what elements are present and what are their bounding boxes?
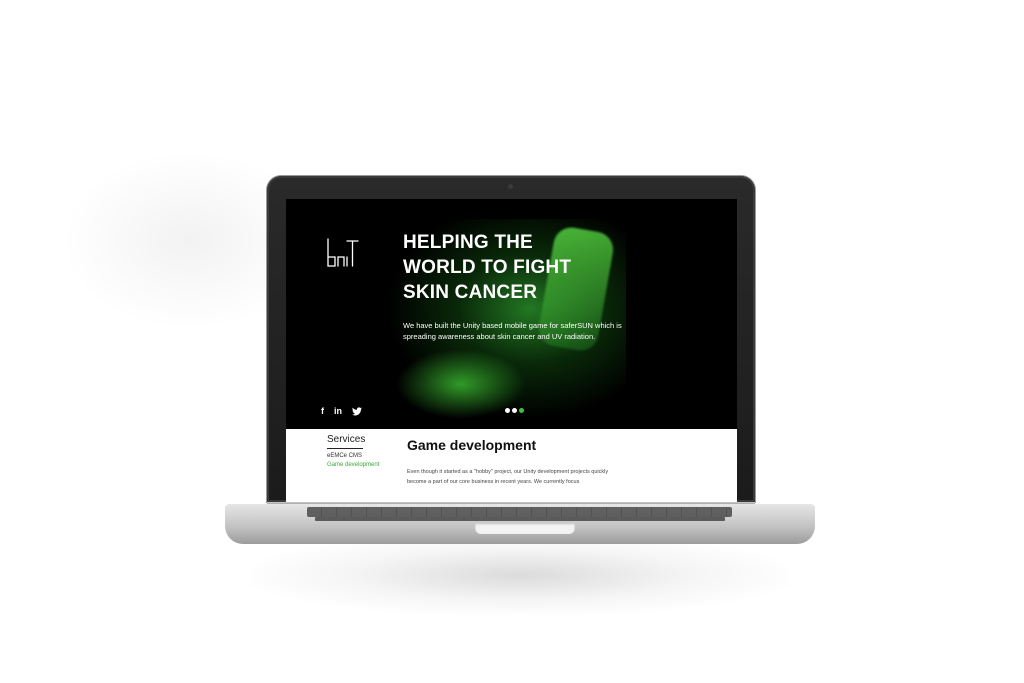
laptop-lid: HELPING THE WORLD TO FIGHT SKIN CANCER W… (267, 176, 755, 502)
hero-headline-line: HELPING THE (403, 232, 533, 253)
hero-description: We have built the Unity based mobile gam… (403, 321, 622, 341)
laptop-shadow (250, 535, 790, 615)
linkedin-icon[interactable]: in (334, 406, 342, 416)
services-divider (327, 448, 363, 449)
section-body: Even though it started as a "hobby" proj… (407, 469, 609, 485)
services-title: Services (327, 434, 366, 445)
facebook-icon[interactable]: f (321, 406, 324, 416)
slider-dot[interactable] (512, 408, 517, 413)
hero-headline-line: SKIN CANCER (403, 282, 538, 303)
camera-icon (508, 184, 513, 189)
laptop-base (225, 504, 815, 544)
section-title: Game development (407, 437, 537, 453)
hero-section: HELPING THE WORLD TO FIGHT SKIN CANCER W… (286, 199, 737, 429)
slider-dot[interactable] (505, 408, 510, 413)
slider-pagination (505, 408, 524, 413)
social-links: f in (321, 405, 362, 417)
laptop-screen: HELPING THE WORLD TO FIGHT SKIN CANCER W… (286, 199, 737, 502)
services-item-game-development[interactable]: Game development (327, 462, 379, 468)
hero-headline-line: WORLD TO FIGHT (403, 257, 572, 278)
slider-dot-active[interactable] (519, 408, 524, 413)
keyboard (307, 507, 732, 517)
keyboard-row (315, 517, 725, 521)
brand-logo[interactable] (326, 237, 360, 269)
content-section: Services eEMCe CMS Game development Game… (286, 429, 737, 502)
services-item-eemce-cms[interactable]: eEMCe CMS (327, 453, 362, 459)
hero-headline: HELPING THE WORLD TO FIGHT SKIN CANCER (403, 230, 623, 305)
twitter-icon[interactable] (352, 406, 362, 416)
trackpad-notch (475, 523, 575, 534)
